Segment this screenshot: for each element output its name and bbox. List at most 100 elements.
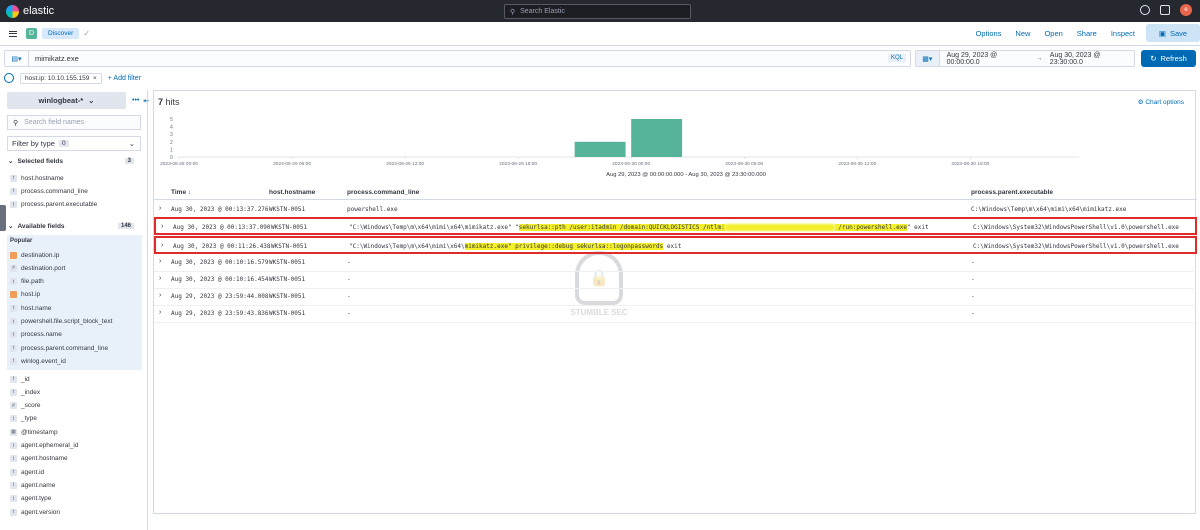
cell-time: Aug 30, 2023 @ 00:10:16.579: [171, 259, 269, 266]
col-time[interactable]: Time ↓: [171, 189, 191, 196]
new-link[interactable]: New: [1008, 29, 1037, 38]
field-item[interactable]: t winlog.event_id: [10, 355, 66, 367]
field-item[interactable]: t agent.version: [10, 506, 60, 518]
selected-fields-header[interactable]: ⌄ Selected fields 3: [8, 157, 141, 165]
breadcrumb-discover[interactable]: Discover: [42, 28, 80, 39]
cell-hostname: WKSTN-0051: [269, 310, 306, 317]
table-row[interactable]: › Aug 30, 2023 @ 00:11:26.438 WKSTN-0051 "C…: [154, 236, 1197, 254]
field-item[interactable]: t file.path: [10, 276, 44, 288]
global-search-input[interactable]: ⚲ Search Elastic: [504, 4, 691, 19]
x-axis-label: Aug 29, 2023 @ 00:00:00.000 - Aug 30, 20…: [606, 172, 766, 178]
share-link[interactable]: Share: [1070, 29, 1104, 38]
col-parent-executable[interactable]: process.parent.executable: [971, 189, 1053, 196]
saved-query-icon[interactable]: ▤▾: [5, 51, 29, 66]
field-item[interactable]: t process.name: [10, 329, 62, 341]
sort-desc-icon[interactable]: ↓: [188, 189, 191, 196]
field-item[interactable]: t agent.id: [10, 466, 44, 478]
elastic-logo[interactable]: elastic: [6, 4, 54, 18]
expand-row-icon[interactable]: ›: [159, 309, 161, 316]
newsfeed-icon[interactable]: [1160, 5, 1170, 15]
open-link[interactable]: Open: [1037, 29, 1069, 38]
filter-by-type-label: Filter by type: [12, 139, 55, 148]
field-type-icon: [10, 251, 17, 259]
options-link[interactable]: Options: [969, 29, 1009, 38]
inspect-link[interactable]: Inspect: [1104, 29, 1142, 38]
expand-row-icon[interactable]: ›: [161, 223, 163, 230]
selected-fields-label: Selected fields: [17, 157, 63, 165]
histogram-bar[interactable]: [574, 141, 626, 157]
field-item[interactable]: t powershell.file.script_block_text: [10, 316, 112, 328]
avatar[interactable]: e: [1180, 4, 1192, 16]
col-command-line[interactable]: process.command_line: [347, 189, 419, 196]
index-pattern-select[interactable]: winlogbeat-* ⌄: [7, 92, 126, 109]
space-badge[interactable]: D: [26, 28, 37, 39]
filter-bar: host.ip: 10.10.155.159 × + Add filter: [4, 71, 141, 85]
more-options-icon[interactable]: •••: [132, 97, 139, 105]
expand-row-icon[interactable]: ›: [159, 205, 161, 212]
elastic-logo-icon: [6, 4, 19, 18]
calendar-icon[interactable]: ▦▾: [916, 51, 940, 66]
cell-command-line: powershell.exe: [347, 206, 398, 213]
table-row[interactable]: › Aug 29, 2023 @ 23:59:43.836 WKSTN-0051 - -: [154, 305, 1197, 323]
refresh-icon: ↻: [1150, 54, 1157, 63]
date-end[interactable]: Aug 30, 2023 @ 23:30:00.0: [1050, 52, 1134, 66]
kql-toggle[interactable]: KQL: [887, 54, 906, 62]
close-icon[interactable]: ×: [91, 75, 97, 82]
hits-count: 7 hits: [158, 97, 180, 107]
field-item[interactable]: t process.parent.executable: [10, 199, 97, 211]
menu-toggle-icon[interactable]: [9, 30, 17, 37]
field-item[interactable]: t agent.hostname: [10, 453, 68, 465]
add-filter-link[interactable]: + Add filter: [108, 75, 141, 82]
histogram-bar[interactable]: [631, 119, 683, 157]
filter-pill[interactable]: host.ip: 10.10.155.159 ×: [20, 72, 102, 84]
expand-row-icon[interactable]: ›: [161, 242, 163, 249]
table-row[interactable]: › Aug 30, 2023 @ 00:13:37.090 WKSTN-0051 "C…: [154, 217, 1197, 235]
field-type-icon: t: [10, 495, 17, 503]
x-tick-label: 2023-08-29 18:00: [499, 161, 537, 167]
cell-command-line: "C:\Windows\Temp\m\x64\mimi\x64\mimikatz…: [349, 224, 929, 231]
help-icon[interactable]: [1140, 5, 1150, 15]
search-icon: ⚲: [13, 119, 19, 127]
sidebar-resize-handle[interactable]: [0, 205, 6, 231]
expand-row-icon[interactable]: ›: [159, 292, 161, 299]
field-item[interactable]: destination.ip: [10, 249, 59, 261]
refresh-button[interactable]: ↻ Refresh: [1141, 50, 1196, 67]
query-input[interactable]: mimikatz.exe: [35, 54, 79, 63]
field-item[interactable]: t process.command_line: [10, 185, 88, 197]
field-item[interactable]: host.ip: [10, 289, 40, 301]
field-search-input[interactable]: ⚲ Search field names: [7, 115, 141, 130]
field-item[interactable]: t host.hostname: [10, 172, 64, 184]
field-item[interactable]: t _index: [10, 386, 40, 398]
hits-histogram[interactable]: 5 43 21 02023-08-29 00:00 2023-08-29 06:00 20…: [154, 113, 1197, 181]
query-bar[interactable]: ▤▾ mimikatz.exe KQL: [4, 50, 911, 67]
available-fields-header[interactable]: ⌄ Available fields 146: [8, 222, 141, 230]
table-row[interactable]: › Aug 30, 2023 @ 00:10:16.454 WKSTN-0051 - -: [154, 271, 1197, 289]
field-item[interactable]: t process.parent.command_line: [10, 342, 108, 354]
field-item[interactable]: t _type: [10, 413, 37, 425]
table-row[interactable]: › Aug 30, 2023 @ 00:10:16.579 WKSTN-0051 - -: [154, 254, 1197, 272]
field-name: host.hostname: [21, 174, 64, 182]
expand-row-icon[interactable]: ›: [159, 258, 161, 265]
col-time-label: Time: [171, 189, 187, 196]
chart-options-button[interactable]: ⚙ Chart options: [1138, 98, 1184, 106]
filter-by-type-button[interactable]: Filter by type 0 ⌄: [7, 136, 141, 151]
field-item[interactable]: t agent.name: [10, 479, 55, 491]
date-picker[interactable]: ▦▾ Aug 29, 2023 @ 00:00:00.0 → Aug 30, 2…: [915, 50, 1135, 67]
save-button[interactable]: ▣ Save: [1146, 24, 1200, 42]
collapse-sidebar-icon[interactable]: ⇤: [143, 97, 149, 105]
expand-row-icon[interactable]: ›: [159, 275, 161, 282]
field-item[interactable]: t agent.ephemeral_id: [10, 440, 78, 452]
field-item[interactable]: # _score: [10, 400, 41, 412]
field-item[interactable]: t agent.type: [10, 493, 51, 505]
col-host-hostname[interactable]: host.hostname: [269, 189, 315, 196]
field-item[interactable]: ▦ @timestamp: [10, 426, 58, 438]
field-item[interactable]: t host.name: [10, 302, 51, 314]
refresh-label: Refresh: [1160, 54, 1187, 63]
field-item[interactable]: # destination.port: [10, 262, 65, 274]
field-item[interactable]: t _id: [10, 373, 30, 385]
filter-settings-icon[interactable]: [4, 73, 14, 83]
chevron-down-icon: ⌄: [8, 223, 14, 230]
date-start[interactable]: Aug 29, 2023 @ 00:00:00.0: [947, 52, 1031, 66]
hits-number: 7: [158, 97, 164, 107]
table-row[interactable]: › Aug 29, 2023 @ 23:59:44.008 WKSTN-0051 - -: [154, 288, 1197, 306]
